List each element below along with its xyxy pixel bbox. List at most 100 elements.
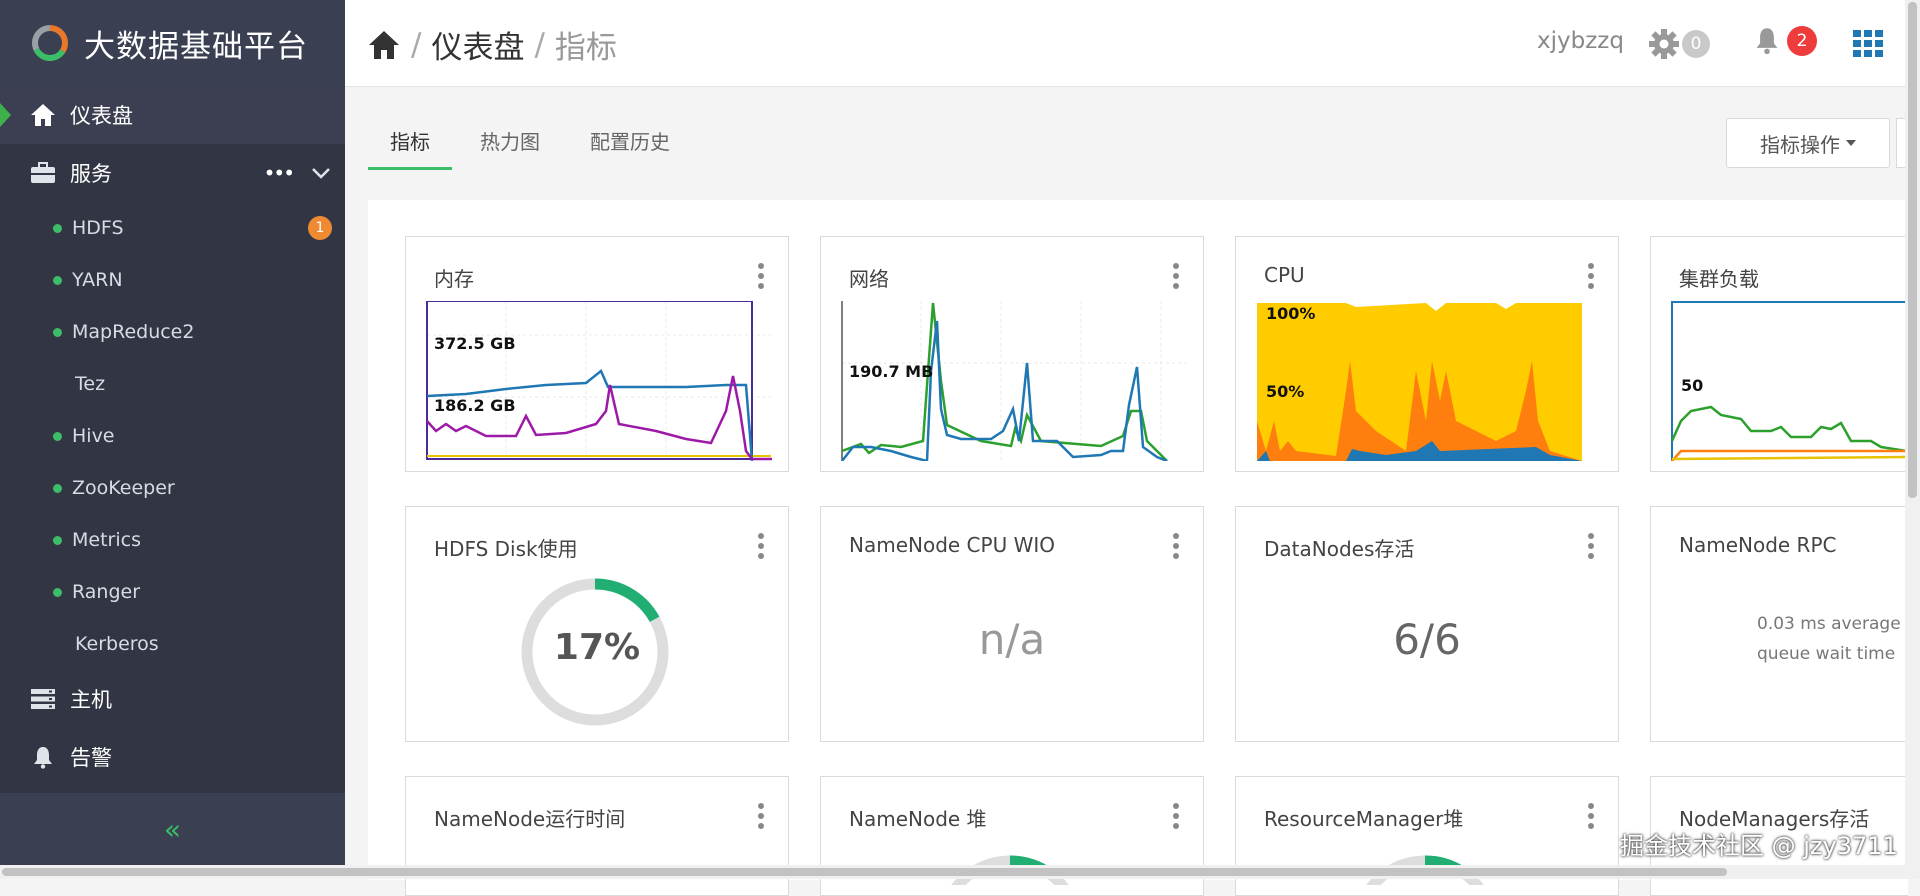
cpu-chart-label-high: 100% — [1266, 304, 1315, 323]
briefcase-icon — [28, 158, 58, 188]
horizontal-scrollbar[interactable] — [0, 865, 1905, 879]
sidebar-item-services[interactable]: 服务 ••• — [0, 144, 345, 202]
sidebar-service-kerberos[interactable]: Kerberos — [0, 618, 345, 670]
breadcrumb-separator: / — [411, 26, 422, 63]
cluster-load-label: 50 — [1681, 376, 1703, 395]
chevron-down-icon[interactable] — [311, 167, 331, 179]
widget-namenode-rpc[interactable]: NameNode RPC 0.03 ms average R queue wai… — [1650, 506, 1918, 742]
status-dot — [53, 275, 62, 285]
widget-title: NameNode RPC — [1679, 533, 1837, 557]
widget-menu-icon[interactable] — [758, 803, 764, 833]
widget-title: 内存 — [434, 267, 474, 291]
sidebar-item-dashboard[interactable]: 仪表盘 — [0, 86, 345, 144]
cluster-load-chart: 50 — [1671, 301, 1907, 461]
widget-menu-icon[interactable] — [1173, 533, 1179, 563]
widget-network[interactable]: 网络 190.7 MB — [820, 236, 1204, 472]
watermark: 掘金技术社区 @ jzy3711 — [1620, 832, 1898, 860]
alert-count-badge: 1 — [308, 216, 332, 240]
widget-title: 网络 — [849, 267, 889, 291]
memory-chart: 372.5 GB 186.2 GB — [426, 301, 772, 461]
sidebar-collapse-button[interactable]: « — [0, 793, 345, 865]
user-menu[interactable]: xjybzzq — [1537, 28, 1624, 54]
cpu-chart-label-mid: 50% — [1266, 382, 1304, 401]
sidebar-service-hdfs[interactable]: HDFS 1 — [0, 202, 345, 254]
widget-title: CPU — [1264, 263, 1305, 287]
vertical-scrollbar[interactable] — [1905, 0, 1920, 879]
bell-icon — [28, 742, 58, 772]
double-chevron-left-icon: « — [163, 812, 182, 846]
background-ops-button[interactable]: 0 — [1648, 28, 1710, 60]
widget-menu-icon[interactable] — [1173, 263, 1179, 293]
widget-title: HDFS Disk使用 — [434, 537, 578, 561]
tab-heatmaps[interactable]: 热力图 — [458, 118, 562, 170]
brand[interactable]: 大数据基础平台 — [0, 0, 345, 86]
home-icon — [28, 100, 58, 130]
alerts-button[interactable]: 2 — [1753, 26, 1817, 56]
apps-grid-icon[interactable] — [1853, 30, 1883, 58]
widget-menu-icon[interactable] — [1588, 803, 1594, 833]
brand-title: 大数据基础平台 — [84, 28, 308, 65]
gear-icon — [1649, 29, 1679, 59]
widget-title: DataNodes存活 — [1264, 537, 1415, 561]
breadcrumb: / 仪表盘 / 指标 — [367, 22, 617, 67]
widget-menu-icon[interactable] — [1588, 533, 1594, 563]
widget-menu-icon[interactable] — [758, 263, 764, 293]
more-icon[interactable]: ••• — [264, 161, 295, 185]
sidebar-service-mapreduce2[interactable]: MapReduce2 — [0, 306, 345, 358]
caret-down-icon — [1846, 140, 1856, 146]
hdfs-disk-value: 17% — [553, 627, 641, 668]
breadcrumb-current: 指标 — [554, 30, 617, 66]
server-icon — [28, 684, 58, 714]
widget-value: 6/6 — [1393, 615, 1461, 664]
breadcrumb-dashboard[interactable]: 仪表盘 — [431, 22, 524, 67]
widget-title: NameNode 堆 — [849, 807, 987, 831]
scrollbar-thumb[interactable] — [2, 868, 1727, 876]
tab-metrics[interactable]: 指标 — [368, 118, 452, 170]
sidebar-item-label: 服务 — [70, 162, 112, 186]
status-dot — [53, 431, 62, 441]
sidebar-service-metrics[interactable]: Metrics — [0, 514, 345, 566]
widget-namenode-cpu-wio[interactable]: NameNode CPU WIO n/a — [820, 506, 1204, 742]
widget-memory[interactable]: 内存 372.5 GB 186.2 GB — [405, 236, 789, 472]
logo-icon — [32, 25, 68, 61]
network-chart: 190.7 MB — [841, 301, 1186, 461]
status-dot — [53, 223, 62, 233]
dashboard-tabs: 指标 热力图 配置历史 — [368, 118, 698, 170]
sidebar-item-label: 主机 — [70, 688, 112, 712]
tab-config-history[interactable]: 配置历史 — [568, 118, 692, 170]
widget-title: ResourceManager堆 — [1264, 807, 1464, 831]
sidebar-service-tez[interactable]: Tez — [0, 358, 345, 410]
sidebar-service-ranger[interactable]: Ranger — [0, 566, 345, 618]
sidebar-item-alerts[interactable]: 告警 — [0, 728, 345, 786]
network-chart-label: 190.7 MB — [849, 362, 933, 381]
widget-menu-icon[interactable] — [1173, 803, 1179, 833]
status-dot — [53, 483, 62, 493]
sidebar: 大数据基础平台 仪表盘 服务 ••• HDFS 1 YARN MapReduce… — [0, 0, 345, 879]
metrics-panel: 内存 372.5 GB 186.2 GB 网络 190.7 MB CPU 100… — [368, 200, 1918, 896]
cpu-chart: 100% 50% — [1257, 303, 1582, 461]
widget-title: NameNode CPU WIO — [849, 533, 1055, 557]
memory-chart-label-high: 372.5 GB — [434, 334, 516, 353]
scrollbar-thumb[interactable] — [1908, 2, 1917, 498]
sidebar-item-hosts[interactable]: 主机 — [0, 670, 345, 728]
widget-menu-icon[interactable] — [758, 533, 764, 563]
widget-hdfs-disk[interactable]: HDFS Disk使用 17% — [405, 506, 789, 742]
widget-value: n/a — [978, 615, 1046, 664]
sidebar-service-zookeeper[interactable]: ZooKeeper — [0, 462, 345, 514]
widget-menu-icon[interactable] — [1588, 263, 1594, 293]
sidebar-service-yarn[interactable]: YARN — [0, 254, 345, 306]
sidebar-item-label: 告警 — [70, 746, 112, 770]
status-dot — [53, 587, 62, 597]
home-icon[interactable] — [367, 29, 401, 61]
sidebar-item-label: 仪表盘 — [70, 104, 133, 128]
widget-datanodes-live[interactable]: DataNodes存活 6/6 — [1235, 506, 1619, 742]
ops-count-badge: 0 — [1682, 30, 1710, 58]
sidebar-service-hive[interactable]: Hive — [0, 410, 345, 462]
widget-cpu[interactable]: CPU 100% 50% — [1235, 236, 1619, 472]
metric-actions-button[interactable]: 指标操作 — [1726, 118, 1890, 168]
breadcrumb-separator: / — [534, 26, 545, 63]
alert-count-badge: 2 — [1787, 26, 1817, 56]
memory-chart-label-mid: 186.2 GB — [434, 396, 516, 415]
widget-cluster-load[interactable]: 集群负载 50 — [1650, 236, 1908, 472]
status-dot — [53, 535, 62, 545]
